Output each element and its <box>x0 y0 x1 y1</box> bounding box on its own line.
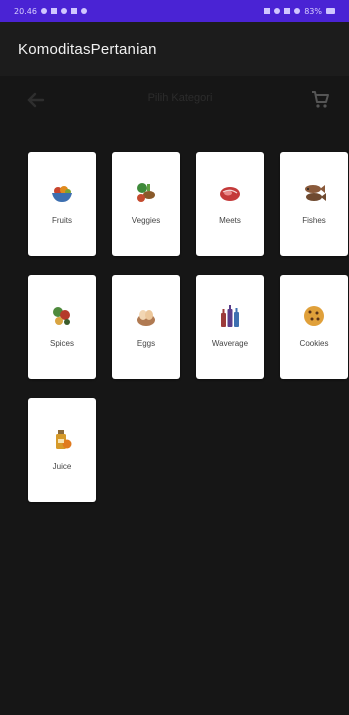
signal-icon <box>294 8 301 14</box>
fruit-bowl-icon <box>49 180 75 206</box>
nfc-icon <box>264 8 271 14</box>
category-card-veggies[interactable]: Veggies <box>112 152 180 256</box>
notification-icon <box>40 8 47 14</box>
category-label: Eggs <box>136 339 156 348</box>
category-label: Cookies <box>299 339 329 348</box>
mute-icon <box>274 8 281 14</box>
category-card-eggs[interactable]: Eggs <box>112 275 180 379</box>
app-bar: KomoditasPertanian <box>0 22 349 76</box>
category-card-meets[interactable]: Meets <box>196 152 264 256</box>
category-label: Meets <box>219 216 241 225</box>
category-label: Juice <box>52 462 72 471</box>
category-label: Veggies <box>131 216 161 225</box>
status-bar: 20.46 83% <box>0 0 349 22</box>
battery-icon <box>326 8 335 14</box>
category-card-waverage[interactable]: Waverage <box>196 275 264 379</box>
cart-button[interactable] <box>309 88 331 110</box>
gallery-icon <box>70 8 77 14</box>
back-button[interactable] <box>26 92 46 108</box>
bottles-icon <box>217 303 243 329</box>
vegetables-icon <box>133 180 159 206</box>
shopping-cart-icon <box>312 91 329 108</box>
category-card-spices[interactable]: Spices <box>28 275 96 379</box>
cookie-icon <box>301 303 327 329</box>
category-label: Spices <box>49 339 74 348</box>
category-card-cookies[interactable]: Cookies <box>280 275 348 379</box>
status-left: 20.46 <box>14 7 87 16</box>
meat-icon <box>217 180 243 206</box>
play-icon <box>80 8 87 14</box>
status-right: 83% <box>264 7 335 16</box>
message-icon <box>50 8 57 14</box>
category-label: Fishes <box>302 216 326 225</box>
category-card-fishes[interactable]: Fishes <box>280 152 348 256</box>
juice-icon <box>49 426 75 452</box>
category-card-juice[interactable]: Juice <box>28 398 96 502</box>
spices-icon <box>49 303 75 329</box>
category-card-fruits[interactable]: Fruits <box>28 152 96 256</box>
status-time: 20.46 <box>14 6 37 16</box>
category-label: Fruits <box>52 216 72 225</box>
app-title: KomoditasPertanian <box>18 40 157 58</box>
eggs-icon <box>133 303 159 329</box>
arrow-back-icon <box>27 92 45 108</box>
category-grid: Fruits Veggies Meets Fishes Spices Eggs … <box>0 124 349 715</box>
category-label: Waverage <box>211 339 249 348</box>
wifi-icon <box>284 8 291 14</box>
fish-icon <box>301 180 327 206</box>
battery-percent: 83% <box>304 6 322 16</box>
toolbar: Pilih Kategori <box>0 76 349 124</box>
toolbar-title: Pilih Kategori <box>147 92 213 104</box>
app-notification-icon <box>60 8 67 14</box>
